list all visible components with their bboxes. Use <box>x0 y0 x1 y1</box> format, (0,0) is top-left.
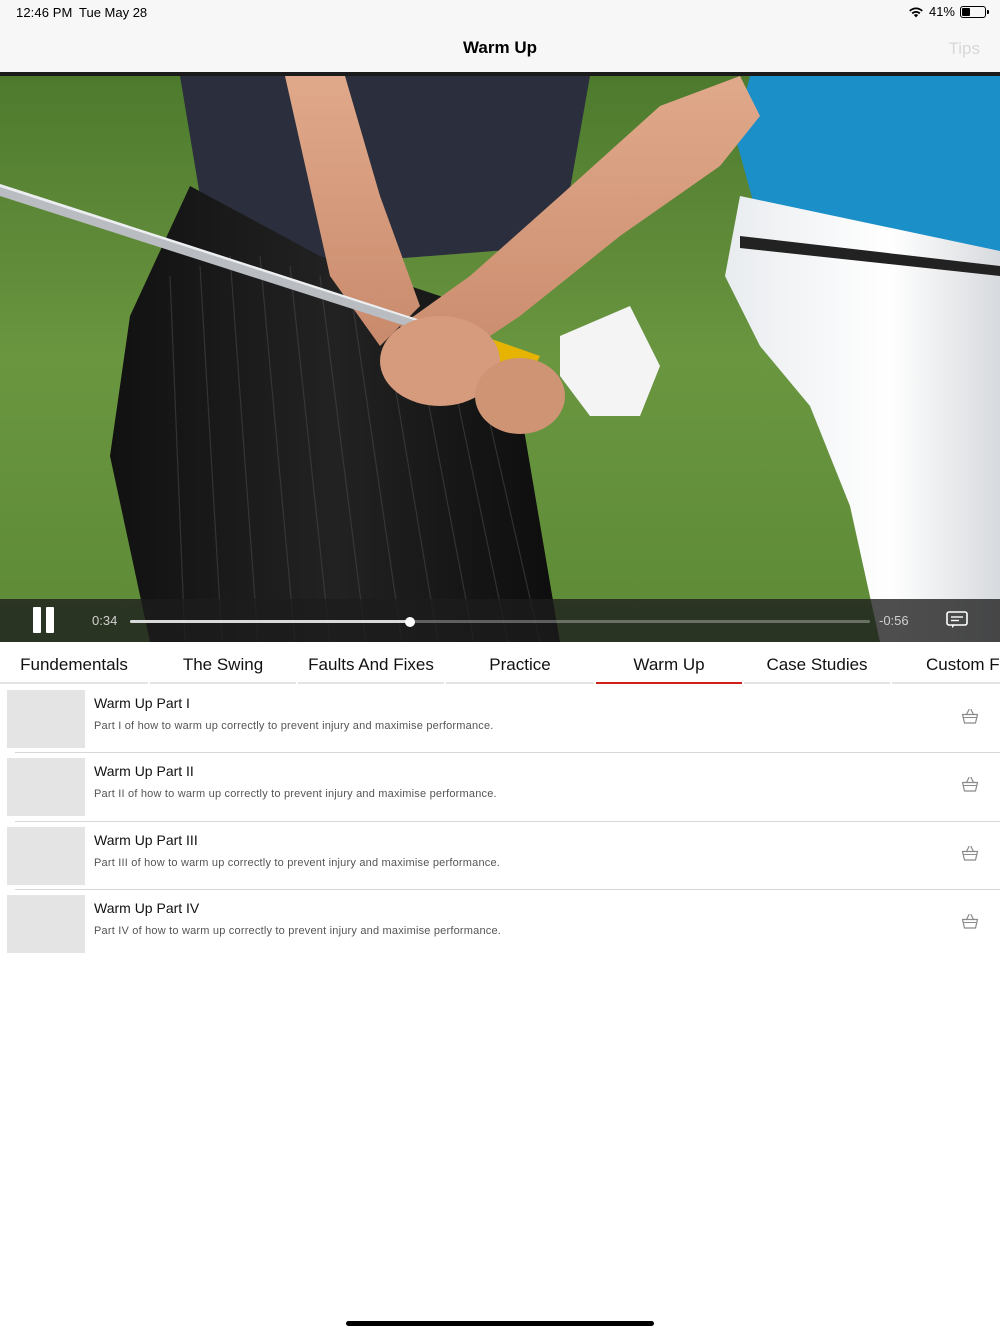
tab-label: Custom Fi <box>926 655 1000 674</box>
video-list-item[interactable]: Warm Up Part IV Part IV of how to warm up… <box>0 888 1000 957</box>
progress-fill <box>130 620 410 623</box>
tab-label: Case Studies <box>766 655 868 674</box>
battery-icon <box>960 5 989 18</box>
video-player[interactable]: 0:34 -0:56 <box>0 76 1000 642</box>
tab-label: Fundementals <box>20 655 128 674</box>
subtitles-icon[interactable] <box>946 611 968 629</box>
video-description: Part III of how to warm up correctly to … <box>94 856 501 869</box>
video-thumbnail <box>7 894 85 953</box>
status-indicators: 41% <box>908 4 989 19</box>
video-thumbnail <box>7 690 85 748</box>
scrubber-handle[interactable] <box>404 616 415 627</box>
wifi-icon <box>909 6 923 17</box>
basket-icon[interactable] <box>961 776 979 792</box>
tab-the-swing[interactable]: The Swing <box>150 642 296 684</box>
tips-button[interactable]: Tips <box>949 39 981 59</box>
video-title: Warm Up Part I <box>94 695 190 711</box>
video-description: Part II of how to warm up correctly to p… <box>94 788 497 801</box>
tab-label: The Swing <box>182 655 264 674</box>
time-remaining: -0:56 <box>879 613 909 628</box>
player-controls: 0:34 -0:56 <box>0 599 1000 642</box>
pause-icon[interactable] <box>33 607 55 633</box>
video-list-item[interactable]: Warm Up Part II Part II of how to warm up… <box>0 752 1000 820</box>
tab-warm-up[interactable]: Warm Up <box>596 642 742 684</box>
basket-icon[interactable] <box>961 708 979 724</box>
video-description: Part I of how to warm up correctly to pr… <box>94 720 494 732</box>
category-tabs: Fundementals The Swing Faults And Fixes Pra… <box>0 642 1000 684</box>
status-bar: 12:46 PM Tue May 28 41% <box>0 0 1000 26</box>
video-description: Part IV of how to warm up correctly to p… <box>94 924 502 937</box>
video-title: Warm Up Part IV <box>94 899 200 916</box>
video-thumbnail <box>7 758 85 817</box>
battery-level <box>962 7 970 16</box>
page-title: Warm Up <box>463 38 537 57</box>
video-frame <box>0 76 1000 642</box>
tab-fundementals[interactable]: Fundementals <box>0 642 148 684</box>
status-time: 12:46 PM <box>16 5 73 20</box>
navigation-bar: Warm Up Tips <box>0 26 1000 72</box>
time-elapsed: 0:34 <box>92 613 118 628</box>
tab-case-studies[interactable]: Case Studies <box>744 642 890 684</box>
tab-label: Faults And Fixes <box>308 655 434 674</box>
tab-label: Practice <box>489 655 551 674</box>
battery-percent: 41% <box>928 4 955 19</box>
video-thumbnail <box>7 826 85 885</box>
tab-faults-and-fixes[interactable]: Faults And Fixes <box>298 642 444 684</box>
status-date: Tue May 28 <box>79 5 148 20</box>
basket-icon[interactable] <box>961 913 979 929</box>
home-indicator[interactable] <box>346 1321 654 1326</box>
tab-label: Warm Up <box>633 655 705 674</box>
video-list-item[interactable]: Warm Up Part I Part I of how to warm up c… <box>0 684 1000 752</box>
video-title: Warm Up Part III <box>94 831 198 848</box>
progress-scrubber[interactable] <box>130 616 870 627</box>
tab-custom-fi[interactable]: Custom Fi <box>892 642 1000 684</box>
video-list-item[interactable]: Warm Up Part III Part III of how to warm … <box>0 820 1000 889</box>
tab-practice[interactable]: Practice <box>446 642 594 684</box>
video-list: Warm Up Part I Part I of how to warm up c… <box>0 684 1000 957</box>
basket-icon[interactable] <box>961 845 979 861</box>
video-title: Warm Up Part II <box>94 763 194 780</box>
